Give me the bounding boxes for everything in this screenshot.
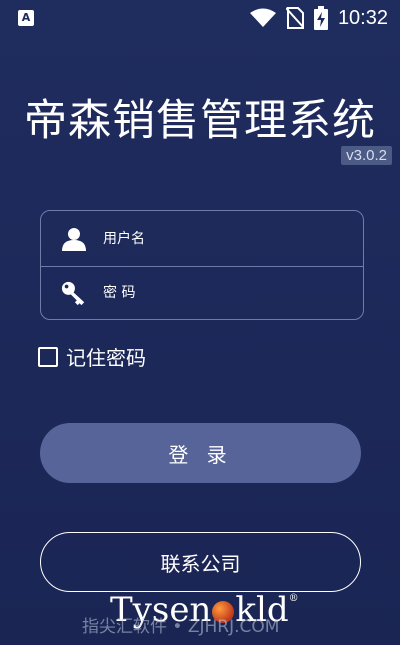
watermark: 指尖汇软件 • ZJHRJ.COM xyxy=(82,617,280,637)
wifi-icon xyxy=(249,8,276,27)
no-sim-icon xyxy=(285,7,304,29)
password-row xyxy=(41,266,363,320)
login-button[interactable]: 登 录 xyxy=(40,423,361,483)
key-icon xyxy=(61,280,87,306)
app-title: 帝森销售管理系统 xyxy=(24,96,376,146)
remember-password-label: 记住密码 xyxy=(66,346,146,370)
password-input[interactable] xyxy=(101,277,355,309)
username-input[interactable] xyxy=(101,222,355,255)
username-row xyxy=(41,211,363,267)
login-form xyxy=(40,210,364,320)
registered-mark: ® xyxy=(288,593,299,604)
battery-charging-icon xyxy=(313,6,328,30)
app-notification-icon: A xyxy=(18,10,34,26)
clock: 10:32 xyxy=(337,6,388,29)
status-bar: A 10:32 xyxy=(0,0,400,36)
login-screen: A 10:32 帝森销售管理系统 v3.0.2 用户名 记住密码 登 录 联系公… xyxy=(0,0,400,645)
status-bar-right: 10:32 xyxy=(249,6,388,30)
contact-company-button[interactable]: 联系公司 xyxy=(40,532,361,592)
remember-password-checkbox[interactable] xyxy=(38,346,58,367)
user-icon xyxy=(61,226,87,252)
remember-password[interactable]: 记住密码 xyxy=(38,342,146,371)
version-badge: v3.0.2 xyxy=(341,146,392,165)
